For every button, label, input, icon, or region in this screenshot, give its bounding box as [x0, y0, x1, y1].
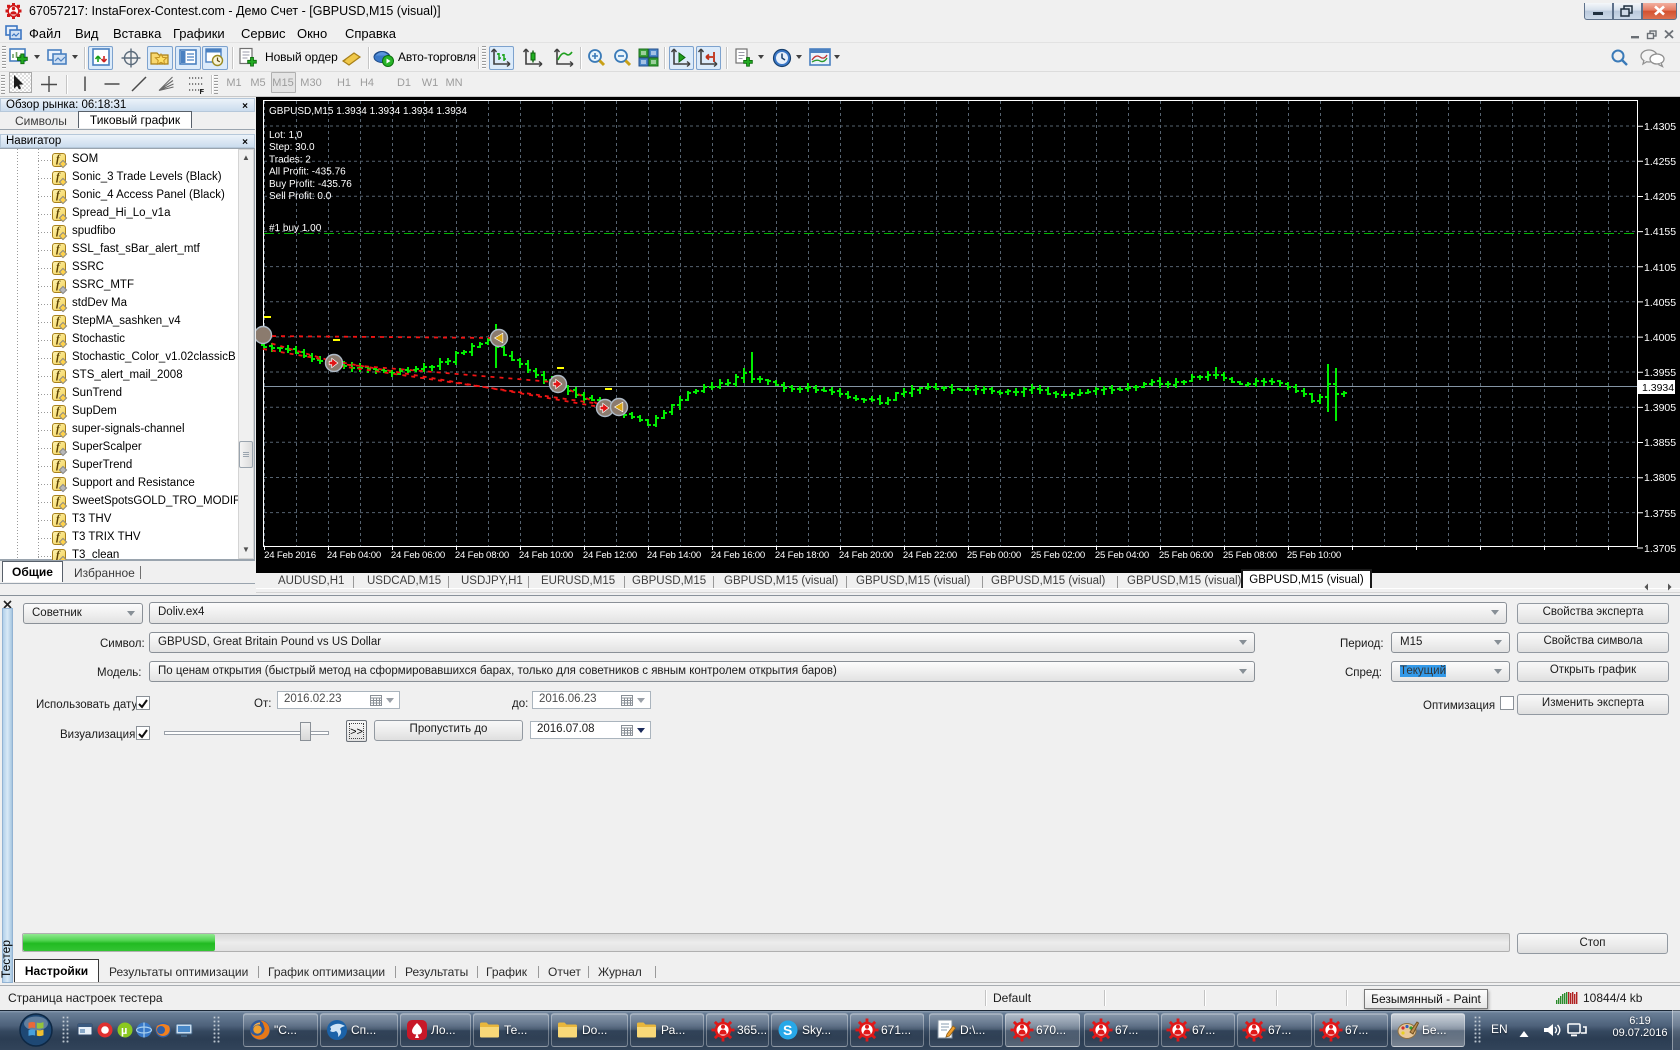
svg-text:1.3755: 1.3755 [1644, 508, 1676, 520]
svg-text:25 Feb 10:00: 25 Feb 10:00 [1287, 550, 1341, 561]
svg-text:24 Feb 2016: 24 Feb 2016 [264, 550, 316, 561]
svg-text:1.3855: 1.3855 [1644, 437, 1676, 449]
svg-text:1.4105: 1.4105 [1644, 262, 1676, 274]
svg-text:#1 buy 1.00: #1 buy 1.00 [269, 223, 322, 234]
svg-text:1.4055: 1.4055 [1644, 297, 1676, 309]
svg-text:25 Feb 00:00: 25 Feb 00:00 [967, 550, 1021, 561]
svg-text:GBPUSD,M15 1.3934 1.3934 1.39: GBPUSD,M15 1.3934 1.3934 1.3934 1.3934 [269, 106, 467, 117]
svg-text:1.4205: 1.4205 [1644, 191, 1676, 203]
svg-text:All Profit: -435.76: All Profit: -435.76 [269, 167, 346, 178]
svg-text:24 Feb 16:00: 24 Feb 16:00 [711, 550, 765, 561]
svg-text:Buy Profit: -435.76: Buy Profit: -435.76 [269, 179, 352, 190]
svg-text:1.3955: 1.3955 [1644, 367, 1676, 379]
svg-text:1.3805: 1.3805 [1644, 472, 1676, 484]
svg-text:24 Feb 20:00: 24 Feb 20:00 [839, 550, 893, 561]
svg-text:1.4005: 1.4005 [1644, 332, 1676, 344]
svg-text:Trades: 2: Trades: 2 [269, 154, 311, 165]
svg-text:24 Feb 10:00: 24 Feb 10:00 [519, 550, 573, 561]
svg-text:1.3705: 1.3705 [1644, 543, 1676, 555]
svg-text:25 Feb 02:00: 25 Feb 02:00 [1031, 550, 1085, 561]
svg-text:25 Feb 08:00: 25 Feb 08:00 [1223, 550, 1277, 561]
svg-text:µ: µ [121, 1025, 127, 1037]
svg-text:25 Feb 04:00: 25 Feb 04:00 [1095, 550, 1149, 561]
svg-text:24 Feb 18:00: 24 Feb 18:00 [775, 550, 829, 561]
svg-text:24 Feb 08:00: 24 Feb 08:00 [455, 550, 509, 561]
svg-text:24 Feb 14:00: 24 Feb 14:00 [647, 550, 701, 561]
svg-text:1.4305: 1.4305 [1644, 121, 1676, 133]
svg-text:Lot: 1,0: Lot: 1,0 [269, 130, 303, 141]
svg-text:S: S [783, 1022, 792, 1038]
svg-text:24 Feb 06:00: 24 Feb 06:00 [391, 550, 445, 561]
svg-text:1.4255: 1.4255 [1644, 156, 1676, 168]
svg-text:24 Feb 12:00: 24 Feb 12:00 [583, 550, 637, 561]
svg-text:1.3905: 1.3905 [1644, 402, 1676, 414]
svg-text:24 Feb 04:00: 24 Feb 04:00 [327, 550, 381, 561]
svg-text:24 Feb 22:00: 24 Feb 22:00 [903, 550, 957, 561]
svg-text:F: F [200, 87, 205, 94]
svg-text:Step: 30.0: Step: 30.0 [269, 142, 315, 153]
svg-text:1.4155: 1.4155 [1644, 226, 1676, 238]
svg-text:Sell Profit: 0.0: Sell Profit: 0.0 [269, 191, 332, 202]
svg-text:1.3934: 1.3934 [1642, 382, 1674, 394]
svg-text:25 Feb 06:00: 25 Feb 06:00 [1159, 550, 1213, 561]
